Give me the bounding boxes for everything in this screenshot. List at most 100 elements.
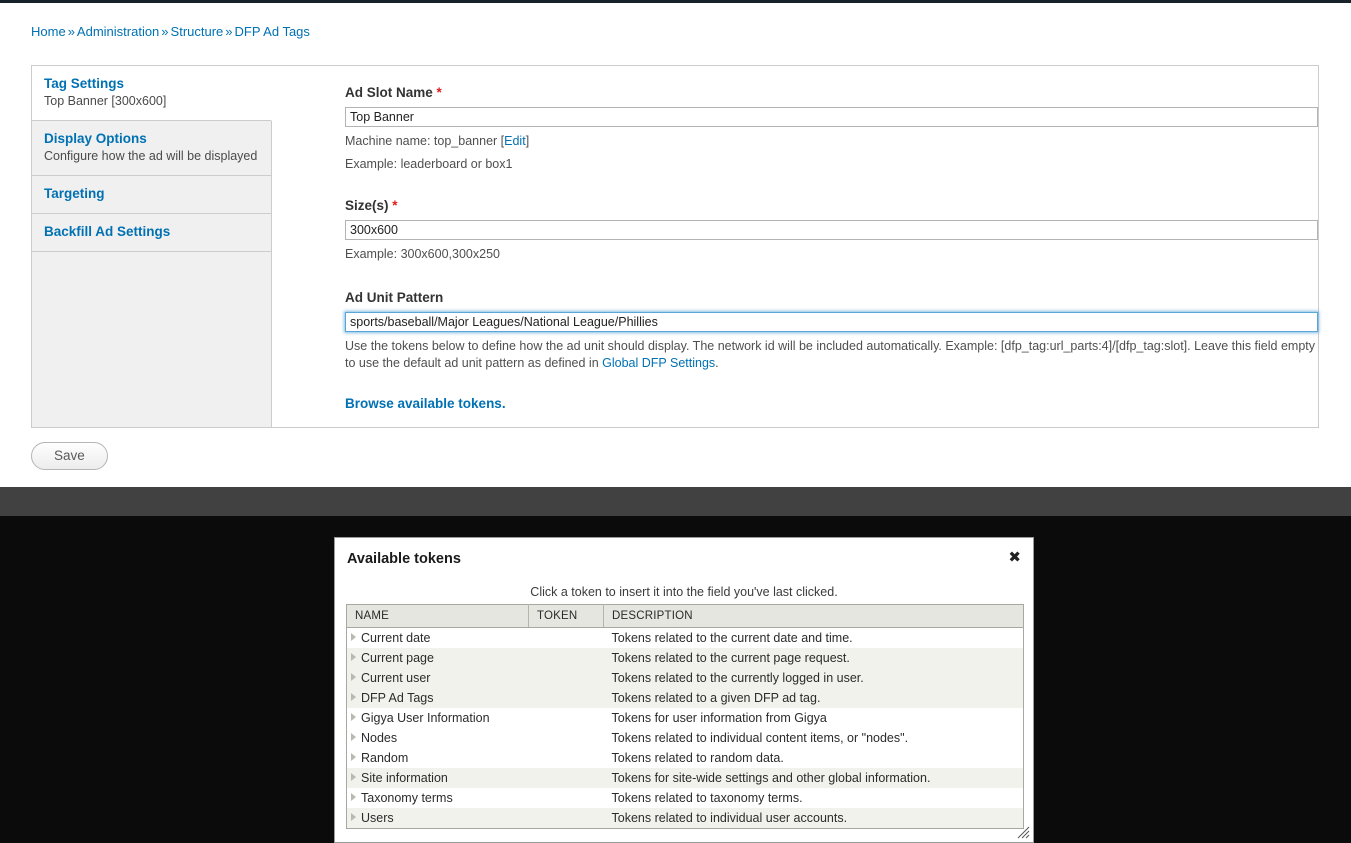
vertical-tabs-list: Tag Settings Top Banner [300x600] Displa… — [32, 66, 272, 427]
table-row[interactable]: Nodes Tokens related to individual conte… — [347, 728, 1024, 748]
table-row[interactable]: Current date Tokens related to the curre… — [347, 628, 1024, 649]
token-value — [529, 628, 604, 649]
token-value — [528, 668, 604, 688]
available-tokens-dialog: Available tokens ✖ Click a token to inse… — [334, 537, 1034, 843]
chevron-right-icon[interactable] — [351, 633, 356, 642]
sizes-example: Example: 300x600,300x250 — [345, 247, 500, 261]
required-marker: * — [392, 198, 398, 213]
ad-unit-pattern-label: Ad Unit Pattern — [345, 290, 444, 305]
field-sizes: Size(s) * Example: 300x600,300x250 — [345, 198, 1320, 263]
description-text: Use the tokens below to define how the a… — [345, 339, 1316, 370]
global-dfp-settings-link[interactable]: Global DFP Settings — [602, 356, 715, 370]
chevron-right-icon[interactable] — [351, 773, 356, 782]
column-header-description[interactable]: DESCRIPTION — [603, 604, 1024, 628]
ad-slot-name-example: Example: leaderboard or box1 — [345, 157, 513, 171]
breadcrumb-separator: » — [161, 24, 169, 39]
sizes-input[interactable] — [345, 220, 1318, 240]
browse-tokens-wrap: Browse available tokens. — [345, 396, 1320, 411]
ad-unit-pattern-input[interactable] — [345, 312, 1318, 332]
token-group-name[interactable]: Current user — [346, 668, 529, 688]
breadcrumb-link-home[interactable]: Home — [31, 24, 66, 39]
token-group-name[interactable]: Random — [347, 748, 529, 768]
token-group-name[interactable]: Current date — [347, 628, 529, 649]
token-group-label: Random — [361, 750, 409, 765]
resize-handle-icon[interactable] — [1017, 826, 1030, 839]
token-description: Tokens for site-wide settings and other … — [603, 768, 1024, 788]
token-group-name[interactable]: Users — [346, 808, 529, 829]
token-description: Tokens for user information from Gigya — [611, 710, 827, 725]
save-button[interactable]: Save — [31, 442, 108, 470]
token-description: Tokens related to a given DFP ad tag. — [603, 688, 1024, 708]
token-group-name[interactable]: Taxonomy terms — [347, 788, 529, 808]
vertical-tab-display-options[interactable]: Display Options Configure how the ad wil… — [32, 121, 271, 176]
table-row[interactable]: Gigya User Information Tokens for user i… — [347, 708, 1024, 728]
page-content: Home» Administration» Structure» DFP Ad Tag… — [0, 3, 1351, 487]
token-group-label: DFP Ad Tags — [361, 690, 434, 705]
required-marker: * — [436, 85, 442, 100]
token-group-name[interactable]: DFP Ad Tags — [346, 688, 529, 708]
field-ad-slot-name: Ad Slot Name * Machine name: top_banner … — [345, 85, 1320, 173]
ad-unit-pattern-description: Use the tokens below to define how the a… — [345, 338, 1320, 372]
column-header-token[interactable]: TOKEN — [528, 604, 604, 628]
machine-name-edit-link[interactable]: Edit — [504, 134, 526, 148]
table-row[interactable]: Current page Tokens related to the curre… — [346, 648, 1024, 668]
ad-slot-name-input[interactable] — [345, 107, 1318, 127]
label-text: Size(s) — [345, 198, 389, 213]
ad-tag-form: Tag Settings Top Banner [300x600] Displa… — [31, 65, 1319, 428]
table-row[interactable]: Taxonomy terms Tokens related to taxonom… — [347, 788, 1024, 808]
chevron-right-icon[interactable] — [351, 733, 356, 742]
token-value — [528, 768, 604, 788]
breadcrumb-separator: » — [225, 24, 233, 39]
token-description: Tokens related to the currently logged i… — [603, 668, 1024, 688]
description-period: . — [715, 356, 719, 370]
token-value — [529, 788, 604, 808]
tokens-table-header-row: NAME TOKEN DESCRIPTION — [346, 604, 1024, 628]
tokens-table-body: Current date Tokens related to the curre… — [346, 628, 1024, 829]
close-icon[interactable]: ✖ — [1008, 550, 1021, 565]
breadcrumb: Home» Administration» Structure» DFP Ad Tag… — [31, 24, 310, 40]
sizes-label: Size(s) * — [345, 198, 1320, 214]
token-value — [529, 748, 604, 768]
browse-available-tokens-link[interactable]: Browse available tokens. — [345, 396, 506, 411]
vertical-tab-targeting[interactable]: Targeting — [32, 176, 271, 214]
token-group-name[interactable]: Gigya User Information — [347, 708, 529, 728]
table-row[interactable]: DFP Ad Tags Tokens related to a given DF… — [346, 688, 1024, 708]
chevron-right-icon[interactable] — [351, 653, 356, 662]
ad-slot-name-label: Ad Slot Name * — [345, 85, 1320, 101]
machine-name-line: Machine name: top_banner [Edit] — [345, 133, 1320, 150]
column-header-name[interactable]: NAME — [346, 604, 529, 628]
token-value — [529, 728, 604, 748]
token-description: Tokens related to individual content ite… — [611, 730, 909, 745]
token-group-name[interactable]: Current page — [346, 648, 529, 668]
vertical-tab-summary: Configure how the ad will be displayed — [44, 149, 258, 163]
label-text: Ad Slot Name — [345, 85, 433, 100]
chevron-right-icon[interactable] — [351, 793, 356, 802]
vertical-tab-backfill-ad-settings[interactable]: Backfill Ad Settings — [32, 214, 271, 252]
token-group-name[interactable]: Site information — [346, 768, 529, 788]
token-group-label: Current page — [361, 650, 434, 665]
chevron-right-icon[interactable] — [351, 673, 356, 682]
tokens-table: NAME TOKEN DESCRIPTION Current date Toke… — [346, 604, 1024, 829]
breadcrumb-link-structure[interactable]: Structure — [171, 24, 224, 39]
table-row[interactable]: Site information Tokens for site-wide se… — [346, 768, 1024, 788]
token-group-label: Users — [361, 810, 394, 825]
table-row[interactable]: Current user Tokens related to the curre… — [346, 668, 1024, 688]
token-value — [528, 688, 604, 708]
breadcrumb-link-dfp-ad-tags[interactable]: DFP Ad Tags — [235, 24, 310, 39]
chevron-right-icon[interactable] — [351, 713, 356, 722]
token-value — [528, 648, 604, 668]
vertical-tabs-filler — [32, 252, 271, 412]
chevron-right-icon[interactable] — [351, 753, 356, 762]
chevron-right-icon[interactable] — [351, 693, 356, 702]
token-group-name[interactable]: Nodes — [347, 728, 529, 748]
vertical-tab-title: Display Options — [44, 131, 147, 146]
breadcrumb-separator: » — [67, 24, 75, 39]
token-description: Tokens related to individual user accoun… — [603, 808, 1024, 829]
dialog-title: Available tokens — [347, 551, 461, 567]
breadcrumb-link-administration[interactable]: Administration — [77, 24, 159, 39]
table-row[interactable]: Random Tokens related to random data. — [347, 748, 1024, 768]
table-row[interactable]: Users Tokens related to individual user … — [346, 808, 1024, 829]
vertical-tab-tag-settings[interactable]: Tag Settings Top Banner [300x600] — [32, 66, 272, 121]
chevron-right-icon[interactable] — [351, 813, 356, 822]
field-ad-unit-pattern: Ad Unit Pattern Use the tokens below to … — [345, 290, 1320, 411]
